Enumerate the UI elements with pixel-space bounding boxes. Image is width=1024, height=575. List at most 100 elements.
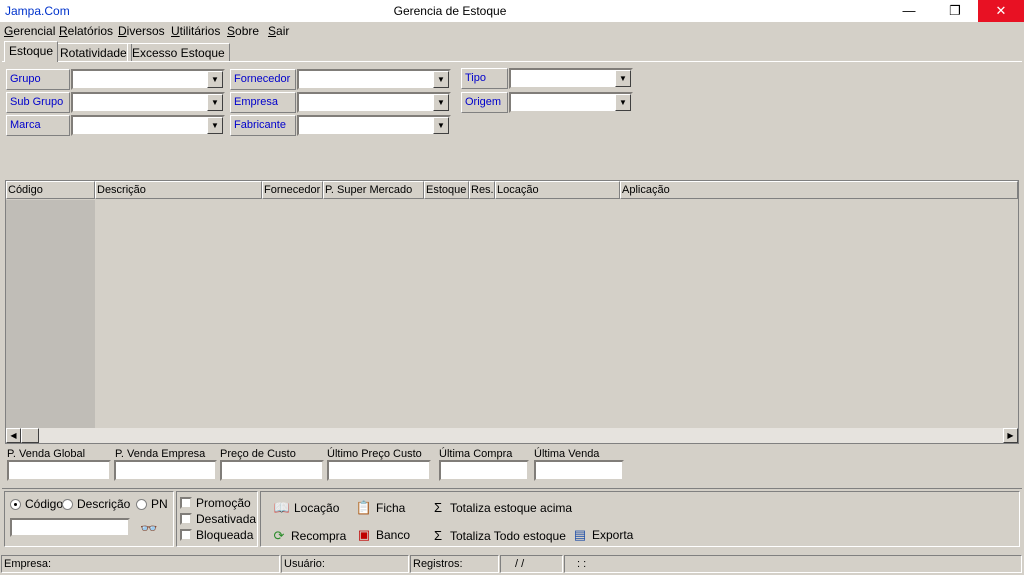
tab-estoque[interactable]: Estoque xyxy=(4,41,59,62)
fornecedor-select[interactable]: ▼ xyxy=(297,69,451,90)
ultima-venda-label: Última Venda xyxy=(534,448,600,460)
radio-codigo-label: Código xyxy=(25,497,64,511)
p-venda-global-label: P. Venda Global xyxy=(7,448,86,460)
tab-excesso-estoque[interactable]: Excesso Estoque xyxy=(127,43,230,61)
totaliza-todo-estoque-label: Totaliza Todo estoque xyxy=(450,529,566,543)
desativada-label: Desativada xyxy=(196,512,257,526)
totaliza-estoque-acima-button[interactable]: Σ Totaliza estoque acima xyxy=(429,500,572,515)
menu-relatorios[interactable]: Relatórios xyxy=(59,24,113,38)
chevron-down-icon[interactable]: ▼ xyxy=(207,117,223,134)
status-time: : : xyxy=(564,555,1022,573)
exporta-label: Exporta xyxy=(592,528,634,542)
chevron-down-icon[interactable]: ▼ xyxy=(207,71,223,88)
book-icon: 📖 xyxy=(273,500,291,515)
window-title: Gerencia de Estoque xyxy=(393,4,507,18)
grupo-label: Grupo xyxy=(6,69,70,90)
grupo-select[interactable]: ▼ xyxy=(71,69,225,90)
tab-rotatividade[interactable]: Rotatividade xyxy=(55,43,132,61)
menu-bar: Gerencial Relatórios Diversos Utilitário… xyxy=(0,22,1024,40)
tipo-select[interactable]: ▼ xyxy=(509,68,633,89)
status-empresa: Empresa: xyxy=(1,555,280,573)
sub-grupo-label: Sub Grupo xyxy=(6,92,70,113)
promocao-checkbox[interactable] xyxy=(180,497,192,509)
menu-utilitarios[interactable]: Utilitários xyxy=(171,24,220,38)
ficha-button[interactable]: 📋 Ficha xyxy=(355,500,405,516)
chevron-down-icon[interactable]: ▼ xyxy=(615,94,631,111)
grid-header: Código Descrição Fornecedor P. Super Mer… xyxy=(6,181,1018,199)
tipo-label: Tipo xyxy=(461,68,508,89)
radio-descricao-label: Descrição xyxy=(77,497,131,511)
grid-fixed-column xyxy=(6,200,95,428)
marca-select[interactable]: ▼ xyxy=(71,115,225,136)
tab-divider xyxy=(2,61,1022,62)
refresh-icon: ⟳ xyxy=(273,528,285,543)
bloqueada-checkbox[interactable] xyxy=(180,529,192,541)
menu-diversos[interactable]: Diversos xyxy=(118,24,165,38)
search-input[interactable] xyxy=(10,518,130,537)
locacao-label: Locação xyxy=(294,501,340,515)
chevron-down-icon[interactable]: ▼ xyxy=(207,94,223,111)
status-date: / / xyxy=(500,555,563,573)
fornecedor-label: Fornecedor xyxy=(230,69,296,90)
column-codigo[interactable]: Código xyxy=(6,181,95,199)
title-bar: Jampa.Com Gerencia de Estoque — ❐ ✕ xyxy=(0,0,1024,22)
column-aplicacao[interactable]: Aplicação xyxy=(620,181,1018,199)
origem-select[interactable]: ▼ xyxy=(509,92,633,113)
close-button[interactable]: ✕ xyxy=(978,0,1024,22)
scroll-left-icon[interactable]: ◀ xyxy=(6,428,21,443)
ficha-label: Ficha xyxy=(376,501,406,515)
menu-gerencial[interactable]: Gerencial xyxy=(4,24,55,38)
glasses-icon[interactable]: 👓 xyxy=(140,520,157,537)
status-registros: Registros: xyxy=(410,555,499,573)
horizontal-scrollbar[interactable]: ◀ ▶ xyxy=(6,428,1018,443)
minimize-button[interactable]: — xyxy=(886,0,932,22)
empresa-select[interactable]: ▼ xyxy=(297,92,451,113)
menu-sobre[interactable]: Sobre xyxy=(227,24,259,38)
fabricante-select[interactable]: ▼ xyxy=(297,115,451,136)
totaliza-todo-estoque-button[interactable]: Σ Totaliza Todo estoque xyxy=(429,528,566,543)
ultimo-preco-custo-field[interactable] xyxy=(327,460,431,481)
column-descricao[interactable]: Descrição xyxy=(95,181,262,199)
chevron-down-icon[interactable]: ▼ xyxy=(433,94,449,111)
column-estoque[interactable]: Estoque xyxy=(424,181,469,199)
sub-grupo-select[interactable]: ▼ xyxy=(71,92,225,113)
column-res[interactable]: Res. xyxy=(469,181,495,199)
promocao-label: Promoção xyxy=(196,496,251,510)
scroll-thumb[interactable] xyxy=(21,428,39,443)
product-grid[interactable]: Código Descrição Fornecedor P. Super Mer… xyxy=(5,180,1019,444)
p-venda-global-field[interactable] xyxy=(7,460,111,481)
recompra-label: Recompra xyxy=(291,529,347,543)
fabricante-label: Fabricante xyxy=(230,115,296,136)
sigma-icon: Σ xyxy=(433,528,443,543)
ultima-venda-field[interactable] xyxy=(534,460,624,481)
chevron-down-icon[interactable]: ▼ xyxy=(615,70,631,87)
column-fornecedor[interactable]: Fornecedor xyxy=(262,181,323,199)
radio-codigo[interactable] xyxy=(10,499,21,510)
notepad-icon: 📋 xyxy=(355,500,373,515)
menu-sair[interactable]: Sair xyxy=(268,24,289,38)
bottom-panel: Código Descrição PN 👓 Promoção Desativad… xyxy=(2,488,1022,548)
preco-custo-field[interactable] xyxy=(220,460,324,481)
recompra-button[interactable]: ⟳ Recompra xyxy=(270,528,347,544)
status-usuario: Usuário: xyxy=(281,555,409,573)
radio-descricao[interactable] xyxy=(62,499,73,510)
status-bar: Empresa: Usuário: Registros: / / : : xyxy=(0,553,1024,573)
ultimo-preco-custo-label: Último Preço Custo xyxy=(327,448,422,460)
p-venda-empresa-field[interactable] xyxy=(114,460,217,481)
ultima-compra-label: Última Compra xyxy=(439,448,513,460)
restore-button[interactable]: ❐ xyxy=(932,0,978,22)
chevron-down-icon[interactable]: ▼ xyxy=(433,71,449,88)
chevron-down-icon[interactable]: ▼ xyxy=(433,117,449,134)
banco-button[interactable]: ▣ Banco xyxy=(355,527,410,543)
locacao-button[interactable]: 📖 Locação xyxy=(273,500,339,516)
bloqueada-label: Bloqueada xyxy=(196,528,254,542)
desativada-checkbox[interactable] xyxy=(180,513,192,525)
ultima-compra-field[interactable] xyxy=(439,460,529,481)
column-locacao[interactable]: Locação xyxy=(495,181,620,199)
marca-label: Marca xyxy=(6,115,70,136)
exporta-button[interactable]: ▤ Exporta xyxy=(571,527,634,543)
radio-pn[interactable] xyxy=(136,499,147,510)
export-icon: ▤ xyxy=(573,527,587,542)
scroll-right-icon[interactable]: ▶ xyxy=(1003,428,1018,443)
column-p-super-mercado[interactable]: P. Super Mercado xyxy=(323,181,424,199)
